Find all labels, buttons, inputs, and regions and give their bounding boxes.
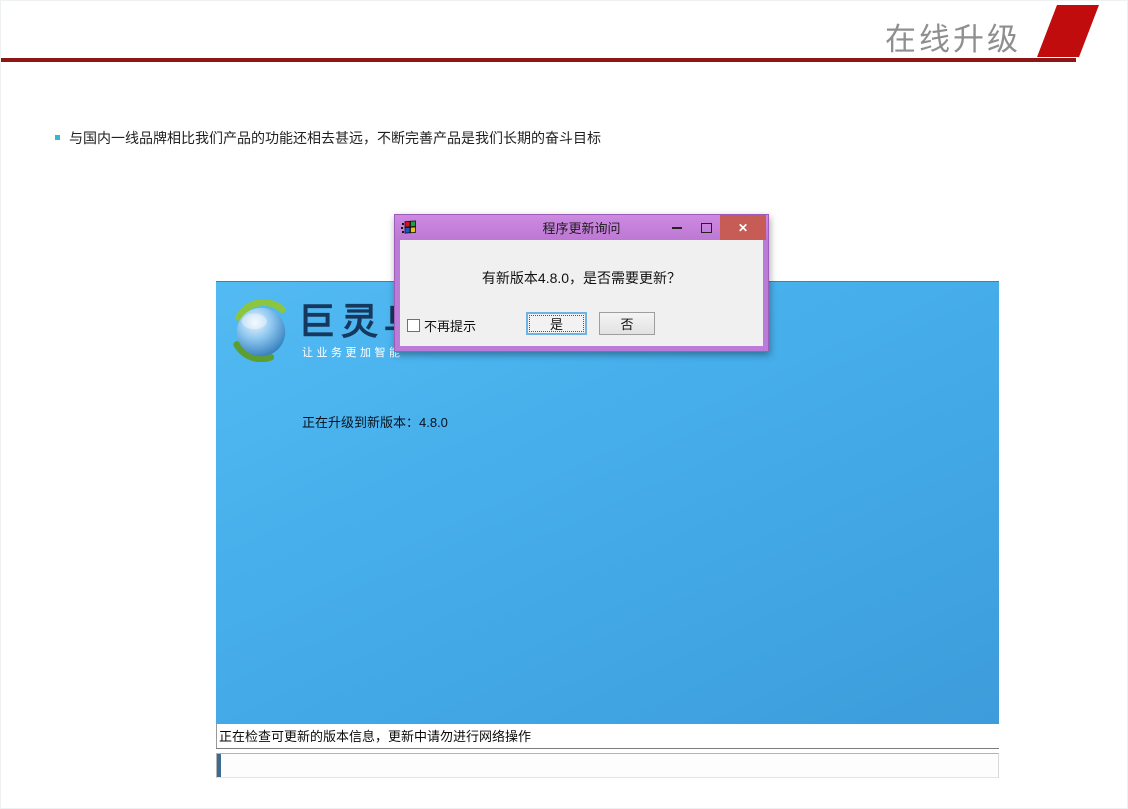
windows-logo-icon [400, 220, 417, 236]
checkbox[interactable] [407, 319, 420, 332]
bullet-icon [55, 135, 60, 140]
dialog-actions: 不再提示 是 否 [400, 312, 763, 336]
bullet-text: 与国内一线品牌相比我们产品的功能还相去甚远，不断完善产品是我们长期的奋斗目标 [69, 128, 601, 148]
slide-page: 在线升级 与国内一线品牌相比我们产品的功能还相去甚远，不断完善产品是我们长期的奋… [0, 0, 1128, 809]
upgrade-status-text: 正在升级到新版本：4.8.0 [302, 412, 448, 431]
page-title: 在线升级 [885, 14, 1021, 59]
dont-remind-checkbox-group[interactable]: 不再提示 [407, 316, 476, 335]
status-divider [216, 748, 999, 750]
bullet-item: 与国内一线品牌相比我们产品的功能还相去甚远，不断完善产品是我们长期的奋斗目标 [55, 128, 601, 148]
update-prompt-dialog: 程序更新询问 ✕ 有新版本4.8.0，是否需要更新？ 不再提示 [394, 214, 769, 352]
app-window: 巨灵鸟 让业务更加智能 正在升级到新版本：4.8.0 正在检查可更新的版本信息，… [216, 281, 999, 778]
dialog-titlebar[interactable]: 程序更新询问 ✕ [395, 215, 768, 240]
titlebar-controls: ✕ [662, 215, 766, 240]
maximize-icon [701, 223, 712, 233]
close-icon: ✕ [738, 221, 748, 235]
checkbox-label: 不再提示 [424, 316, 476, 335]
update-progress-bar [216, 753, 999, 778]
dialog-message: 有新版本4.8.0，是否需要更新？ [400, 268, 763, 288]
status-text: 正在检查可更新的版本信息，更新中请勿进行网络操作 [219, 726, 997, 745]
header-accent-shape [1037, 5, 1099, 57]
globe-logo-icon [230, 300, 292, 362]
no-button[interactable]: 否 [599, 312, 655, 335]
status-bar: 正在检查可更新的版本信息，更新中请勿进行网络操作 [216, 724, 999, 748]
maximize-button[interactable] [692, 215, 720, 240]
minimize-icon [672, 227, 682, 229]
yes-button[interactable]: 是 [526, 312, 587, 335]
minimize-button[interactable] [662, 215, 692, 240]
close-button[interactable]: ✕ [720, 215, 766, 240]
header-divider [1, 58, 1076, 62]
dialog-body: 有新版本4.8.0，是否需要更新？ 不再提示 是 否 [400, 240, 763, 346]
progress-fill [217, 754, 221, 777]
